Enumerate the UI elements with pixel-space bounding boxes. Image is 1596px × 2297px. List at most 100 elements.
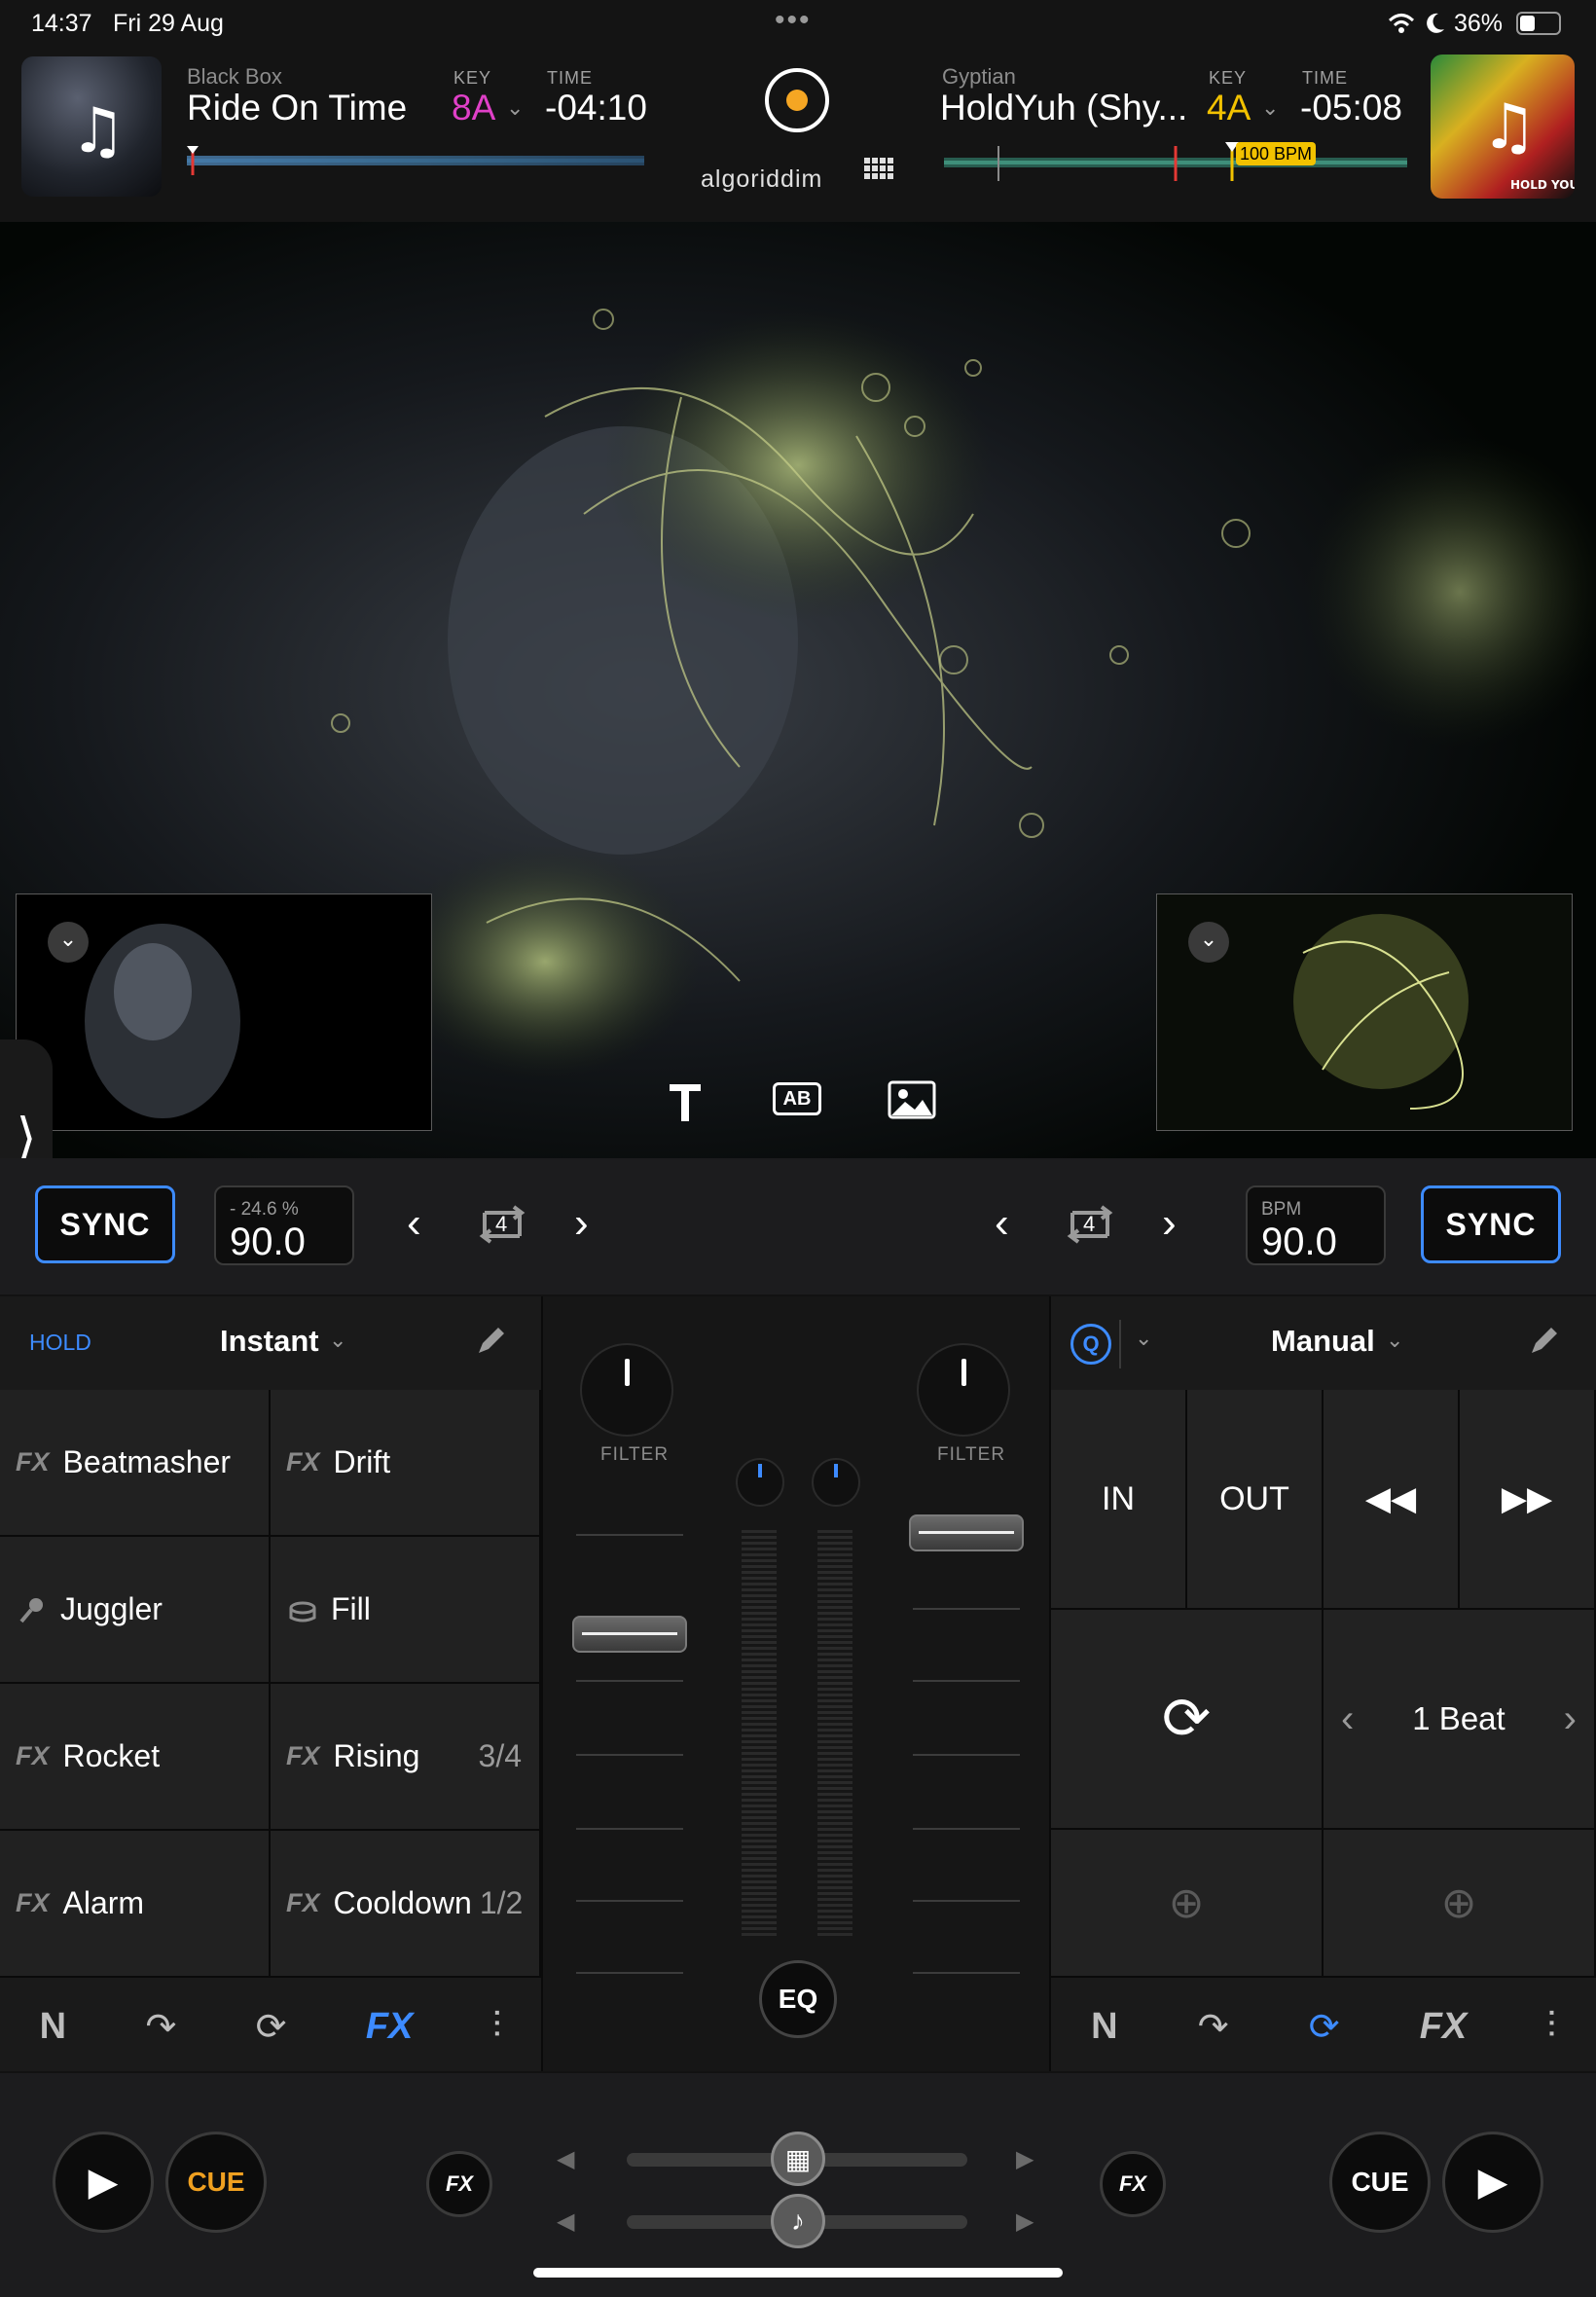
fx-pad-fill[interactable]: Fill xyxy=(271,1537,541,1684)
fx-pad-rising[interactable]: FX Rising 3/4 xyxy=(271,1684,541,1831)
loop-length-value: 1 Beat xyxy=(1412,1700,1505,1736)
tab-loop-icon[interactable]: ⟳ xyxy=(1309,2005,1340,2049)
fx-pad-rocket[interactable]: FX Rocket xyxy=(0,1684,271,1831)
deck-left-key[interactable]: 8A xyxy=(452,88,495,128)
chevron-down-icon[interactable]: ⌄ xyxy=(1188,922,1229,963)
deck-right-bpm-box[interactable]: BPM 90.0 xyxy=(1246,1185,1386,1265)
deck-left-loop-next-icon[interactable]: › xyxy=(574,1199,589,1248)
status-time: 14:37 xyxy=(31,10,92,37)
deck-right-fx-button[interactable]: FX xyxy=(1100,2151,1166,2217)
fx-pad-beatmasher[interactable]: FX Beatmasher xyxy=(0,1390,271,1537)
deck-right-sync-button[interactable]: SYNC xyxy=(1421,1185,1561,1263)
add-loop-button[interactable]: ⊕ xyxy=(1324,1830,1596,1978)
deck-left-title[interactable]: Ride On Time xyxy=(187,88,407,128)
fx-pad-drift[interactable]: FX Drift xyxy=(271,1390,541,1537)
loop-length-control[interactable]: ‹ 1 Beat › xyxy=(1324,1610,1596,1830)
fx-pad-alarm[interactable]: FX Alarm xyxy=(0,1831,271,1978)
tab-eq-sliders-icon[interactable]: ⫶ xyxy=(1546,2006,1556,2048)
deck-right-loop-prev-icon[interactable]: ‹ xyxy=(995,1199,1009,1248)
fx-pad-cooldown[interactable]: FX Cooldown 1/2 xyxy=(271,1831,541,1978)
tab-slicer-icon[interactable]: ↷ xyxy=(1198,2005,1229,2049)
filter-knob-right[interactable] xyxy=(917,1343,1010,1437)
tab-loop-icon[interactable]: ⟳ xyxy=(256,2005,287,2049)
deck-right-play-button[interactable]: ▶ xyxy=(1442,2132,1543,2233)
gain-knob-right[interactable] xyxy=(812,1458,860,1507)
pencil-icon[interactable] xyxy=(475,1324,508,1357)
tab-hotcues-icon[interactable]: N xyxy=(40,2006,66,2048)
add-loop-button[interactable]: ⊕ xyxy=(1051,1830,1324,1978)
deck-right-waveform[interactable] xyxy=(944,142,1407,181)
loop-mode-select[interactable]: Manual xyxy=(1271,1324,1375,1359)
multitask-dots-icon[interactable]: ••• xyxy=(775,4,812,37)
tab-fx[interactable]: FX xyxy=(1420,2006,1468,2048)
deck-right-loop-next-icon[interactable]: › xyxy=(1162,1199,1177,1248)
deck-left-loop-size[interactable]: 4 xyxy=(471,1193,533,1256)
loop-length-prev-icon[interactable]: ‹ xyxy=(1341,1697,1354,1741)
loop-in-button[interactable]: IN xyxy=(1051,1390,1187,1610)
fx-icon: FX xyxy=(286,1447,320,1477)
microphone-icon xyxy=(19,1597,43,1622)
deck-left-loop-beats: 4 xyxy=(495,1212,508,1236)
fx-mode-select[interactable]: Instant xyxy=(220,1324,319,1359)
loop-length-next-icon[interactable]: › xyxy=(1564,1697,1577,1741)
tab-hotcues-icon[interactable]: N xyxy=(1091,2006,1117,2048)
channel-fader-right[interactable] xyxy=(909,1514,1024,1551)
level-meter-right xyxy=(817,1530,852,1939)
text-icon[interactable] xyxy=(666,1080,705,1123)
channel-fader-left[interactable] xyxy=(572,1616,687,1653)
deck-right-loop-size[interactable]: 4 xyxy=(1059,1193,1121,1256)
record-button[interactable] xyxy=(765,68,829,132)
deck-left-waveform[interactable] xyxy=(187,146,644,175)
chevron-down-icon[interactable]: ⌄ xyxy=(329,1328,346,1353)
loop-toggle-button[interactable]: ⟳ xyxy=(1051,1610,1324,1830)
deck-left-cue-button[interactable]: CUE xyxy=(165,2132,267,2233)
filter-knob-left[interactable] xyxy=(580,1343,673,1437)
deck-right-video-preview[interactable]: ⌄ xyxy=(1156,893,1573,1131)
tab-slicer-icon[interactable]: ↷ xyxy=(145,2005,176,2049)
quantize-button[interactable]: Q xyxy=(1070,1324,1111,1365)
audio-crossfader-left-icon[interactable]: ◀ xyxy=(557,2207,574,2236)
chevron-down-icon[interactable]: ⌄ xyxy=(1261,95,1279,121)
deck-left-loop-prev-icon[interactable]: ‹ xyxy=(407,1199,421,1248)
chevron-down-icon[interactable]: ⌄ xyxy=(1386,1328,1403,1353)
divider xyxy=(1119,1320,1121,1368)
audio-crossfader-right-icon[interactable]: ▶ xyxy=(1016,2207,1034,2236)
fader-tick xyxy=(913,1900,1020,1902)
fx-pad-label: Fill xyxy=(331,1591,371,1626)
eq-button[interactable]: EQ xyxy=(759,1960,837,2038)
chevron-down-icon[interactable]: ⌄ xyxy=(506,95,524,121)
fader-tick xyxy=(576,1828,683,1830)
home-indicator[interactable] xyxy=(533,2268,1063,2278)
video-crossfader-handle[interactable]: ▦ xyxy=(771,2132,825,2186)
deck-right-key[interactable]: 4A xyxy=(1207,88,1251,128)
rewind-button[interactable]: ◀◀ xyxy=(1324,1390,1460,1610)
fx-icon: FX xyxy=(16,1741,50,1770)
deck-right-cue-button[interactable]: CUE xyxy=(1329,2132,1431,2233)
fast-forward-button[interactable]: ▶▶ xyxy=(1460,1390,1596,1610)
chevron-down-icon[interactable]: ⌄ xyxy=(48,922,89,963)
fx-hold-button[interactable]: HOLD xyxy=(29,1330,91,1356)
deck-left-time: -04:10 xyxy=(545,88,647,128)
deck-left-sync-button[interactable]: SYNC xyxy=(35,1185,175,1263)
video-crossfader-left-icon[interactable]: ◀ xyxy=(557,2145,574,2173)
image-icon[interactable] xyxy=(888,1080,936,1119)
fx-pad-juggler[interactable]: Juggler xyxy=(0,1537,271,1684)
pencil-icon[interactable] xyxy=(1528,1324,1561,1357)
loop-out-button[interactable]: OUT xyxy=(1187,1390,1324,1610)
deck-right-title[interactable]: HoldYuh (Shy... xyxy=(940,88,1187,128)
deck-left-bpm-box[interactable]: - 24.6 % 90.0 xyxy=(214,1185,354,1265)
deck-left-video-preview[interactable]: ⌄ xyxy=(16,893,432,1131)
fx-pad-label: Alarm xyxy=(62,1885,145,1920)
video-crossfader-right-icon[interactable]: ▶ xyxy=(1016,2145,1034,2173)
deck-left-play-button[interactable]: ▶ xyxy=(53,2132,154,2233)
chevron-down-icon[interactable]: ⌄ xyxy=(1135,1326,1152,1351)
video-output[interactable]: ⌄ ⌄ AB xyxy=(0,222,1596,1158)
audio-crossfader-handle[interactable]: ♪ xyxy=(771,2194,825,2248)
deck-left-fx-button[interactable]: FX xyxy=(426,2151,492,2217)
deck-left-artwork[interactable]: ♫ xyxy=(21,56,162,197)
gain-knob-left[interactable] xyxy=(736,1458,784,1507)
tab-eq-sliders-icon[interactable]: ⫶ xyxy=(492,2006,502,2048)
tab-fx[interactable]: FX xyxy=(366,2006,414,2048)
ab-crossfade-icon[interactable]: AB xyxy=(773,1082,821,1115)
deck-right-artwork[interactable]: ♫ HOLD YOU xyxy=(1431,55,1575,199)
